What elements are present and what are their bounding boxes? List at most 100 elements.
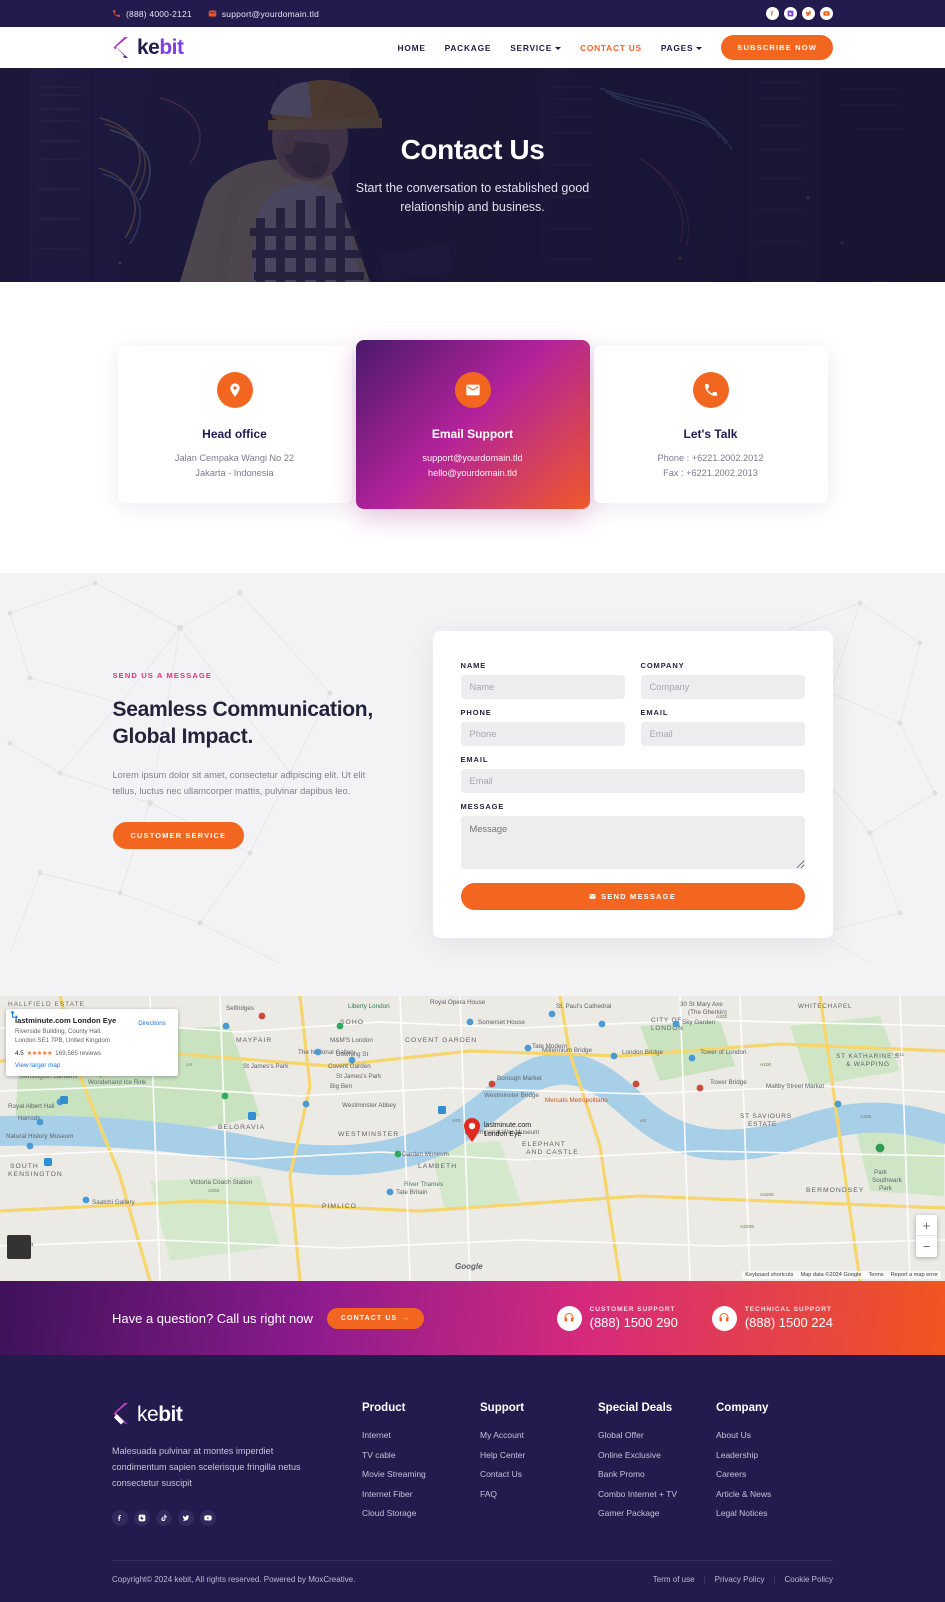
twitter-icon[interactable]	[178, 1510, 194, 1527]
rating-value: 4.5	[15, 1050, 24, 1058]
contact-card-email-support[interactable]: Email Support support@yourdomain.tld hel…	[355, 340, 590, 510]
contact-cards-section: Head office Jalan Cempaka Wangi No 22 Ja…	[0, 282, 945, 574]
footer-link[interactable]: Gamer Package	[598, 1508, 716, 1518]
footer-link[interactable]: Leadership	[716, 1450, 771, 1460]
logo[interactable]: kebit	[112, 36, 184, 60]
privacy-policy-link[interactable]: Privacy Policy	[715, 1575, 765, 1584]
svg-text:A100: A100	[760, 1062, 772, 1068]
svg-text:Royal Opera House: Royal Opera House	[430, 999, 486, 1006]
footer-link[interactable]: FAQ	[480, 1489, 598, 1499]
footer-link[interactable]: Legal Notices	[716, 1508, 771, 1518]
youtube-icon[interactable]	[200, 1510, 216, 1527]
legal-links: Term of use | Privacy Policy | Cookie Po…	[653, 1575, 833, 1584]
name-input[interactable]	[460, 675, 625, 700]
svg-text:London Bridge: London Bridge	[622, 1049, 663, 1056]
site-header: kebit HOME PACKAGE SERVICE CONTACT US PA…	[0, 27, 945, 68]
arrow-right-icon: →	[402, 1314, 411, 1322]
instagram-icon[interactable]	[784, 7, 797, 20]
footer-link[interactable]: Cloud Storage	[362, 1508, 480, 1518]
footer-link[interactable]: TV cable	[362, 1450, 480, 1460]
footer-link[interactable]: Bank Promo	[598, 1469, 716, 1479]
email-input[interactable]	[640, 722, 805, 747]
place-name: lastminute.com London Eye	[15, 1016, 117, 1026]
place-address-line2: London SE1 7PB, United Kingdom	[15, 1037, 110, 1045]
customer-service-button[interactable]: CUSTOMER SERVICE	[112, 821, 245, 849]
facebook-icon[interactable]	[766, 7, 779, 20]
nav-label: SERVICE	[510, 42, 553, 53]
contact-card-lets-talk[interactable]: Let's Talk Phone : +6221.2002.2012 Fax :…	[593, 346, 828, 504]
customer-support-block[interactable]: CUSTOMER SUPPORT (888) 1500 290	[556, 1305, 678, 1331]
footer-logo[interactable]: kebit	[112, 1402, 327, 1426]
zoom-in-button[interactable]: +	[916, 1215, 937, 1237]
logo-text: kebit	[137, 37, 184, 58]
location-pin-icon	[216, 372, 253, 408]
footer-link[interactable]: Article & News	[716, 1489, 771, 1499]
review-count: 169,565 reviews	[55, 1050, 102, 1058]
footer-link[interactable]: My Account	[480, 1430, 598, 1440]
directions-button[interactable]: Directions	[10, 1010, 169, 1069]
topbar-email[interactable]: support@yourdomain.tld	[208, 9, 319, 19]
keyboard-shortcuts-link[interactable]: Keyboard shortcuts	[745, 1272, 793, 1278]
company-input[interactable]	[640, 675, 805, 700]
footer-link[interactable]: Internet	[362, 1430, 480, 1440]
send-message-button[interactable]: SEND MESSAGE	[460, 883, 805, 911]
nav-item-service[interactable]: SERVICE	[510, 42, 562, 53]
footer-link[interactable]: Global Offer	[598, 1430, 716, 1440]
topbar-phone[interactable]: (888) 4000-2121	[112, 9, 192, 19]
nav-item-home[interactable]: HOME	[398, 43, 426, 53]
youtube-icon[interactable]	[820, 7, 833, 20]
headset-icon	[556, 1305, 582, 1331]
zoom-out-button[interactable]: −	[916, 1236, 937, 1257]
email2-input[interactable]	[460, 769, 805, 794]
footer-link[interactable]: Help Center	[480, 1450, 598, 1460]
map-place-card[interactable]: lastminute.com London Eye Riverside Buil…	[6, 1009, 178, 1077]
message-textarea[interactable]	[460, 816, 805, 870]
contact-card-head-office[interactable]: Head office Jalan Cempaka Wangi No 22 Ja…	[117, 346, 352, 504]
subscribe-now-button[interactable]: SUBSCRIBE NOW	[721, 35, 833, 60]
directions-icon	[10, 1010, 18, 1020]
tiktok-icon[interactable]	[156, 1510, 172, 1527]
nav-label: CONTACT US	[580, 42, 642, 53]
svg-text:ST KATHARINE'S: ST KATHARINE'S	[836, 1053, 900, 1060]
footer-link[interactable]: Careers	[716, 1469, 771, 1479]
footer-column-title: Product	[362, 1402, 406, 1415]
report-map-error-link[interactable]: Report a map error	[891, 1272, 938, 1278]
footer-column-title: Special Deals	[598, 1402, 673, 1415]
footer-social-links	[112, 1510, 327, 1527]
svg-text:BERMONDSEY: BERMONDSEY	[806, 1187, 864, 1194]
svg-text:BELGRAVIA: BELGRAVIA	[218, 1124, 265, 1131]
footer-link[interactable]: Contact Us	[480, 1469, 598, 1479]
chevron-down-icon	[696, 46, 703, 50]
footer-bottom-bar: Copyright© 2024 kebit, All rights reserv…	[112, 1559, 833, 1602]
nav-label: HOME	[397, 42, 426, 53]
view-larger-map-link[interactable]: View larger map	[15, 1062, 131, 1069]
customer-support-label: CUSTOMER SUPPORT	[589, 1306, 676, 1314]
footer-link[interactable]: Combo Internet + TV	[598, 1489, 716, 1499]
twitter-icon[interactable]	[802, 7, 815, 20]
directions-label: Directions	[138, 1020, 166, 1028]
nav-item-pages[interactable]: PAGES	[661, 43, 703, 53]
footer-link[interactable]: Internet Fiber	[362, 1489, 480, 1499]
location-map[interactable]: HALLFIELD ESTATE Selfridges Liberty Lond…	[0, 996, 945, 1282]
footer-link[interactable]: Online Exclusive	[598, 1450, 716, 1460]
svg-text:Big Ben: Big Ben	[330, 1083, 353, 1090]
instagram-icon[interactable]	[134, 1510, 150, 1527]
street-view-thumbnail[interactable]	[7, 1235, 31, 1260]
nav-item-contact-us[interactable]: CONTACT US	[580, 43, 642, 53]
svg-text:A3: A3	[640, 1118, 646, 1124]
card-line: Fax : +6221.2002.2013	[663, 468, 758, 479]
facebook-icon[interactable]	[112, 1510, 128, 1527]
topbar-social-links	[766, 7, 833, 20]
nav-item-package[interactable]: PACKAGE	[445, 43, 492, 53]
cookie-policy-link[interactable]: Cookie Policy	[785, 1575, 833, 1584]
technical-support-block[interactable]: TECHNICAL SUPPORT (888) 1500 224	[711, 1305, 833, 1331]
footer-logo-bit: bit	[158, 1402, 183, 1426]
cta-question-text: Have a question? Call us right now	[112, 1310, 313, 1326]
terms-link[interactable]: Terms	[869, 1272, 884, 1278]
footer-link[interactable]: About Us	[716, 1430, 771, 1440]
term-of-use-link[interactable]: Term of use	[653, 1575, 695, 1584]
envelope-icon	[208, 9, 217, 18]
phone-input[interactable]	[460, 722, 625, 747]
footer-link[interactable]: Movie Streaming	[362, 1469, 480, 1479]
cta-contact-us-button[interactable]: CONTACT US →	[326, 1307, 425, 1329]
